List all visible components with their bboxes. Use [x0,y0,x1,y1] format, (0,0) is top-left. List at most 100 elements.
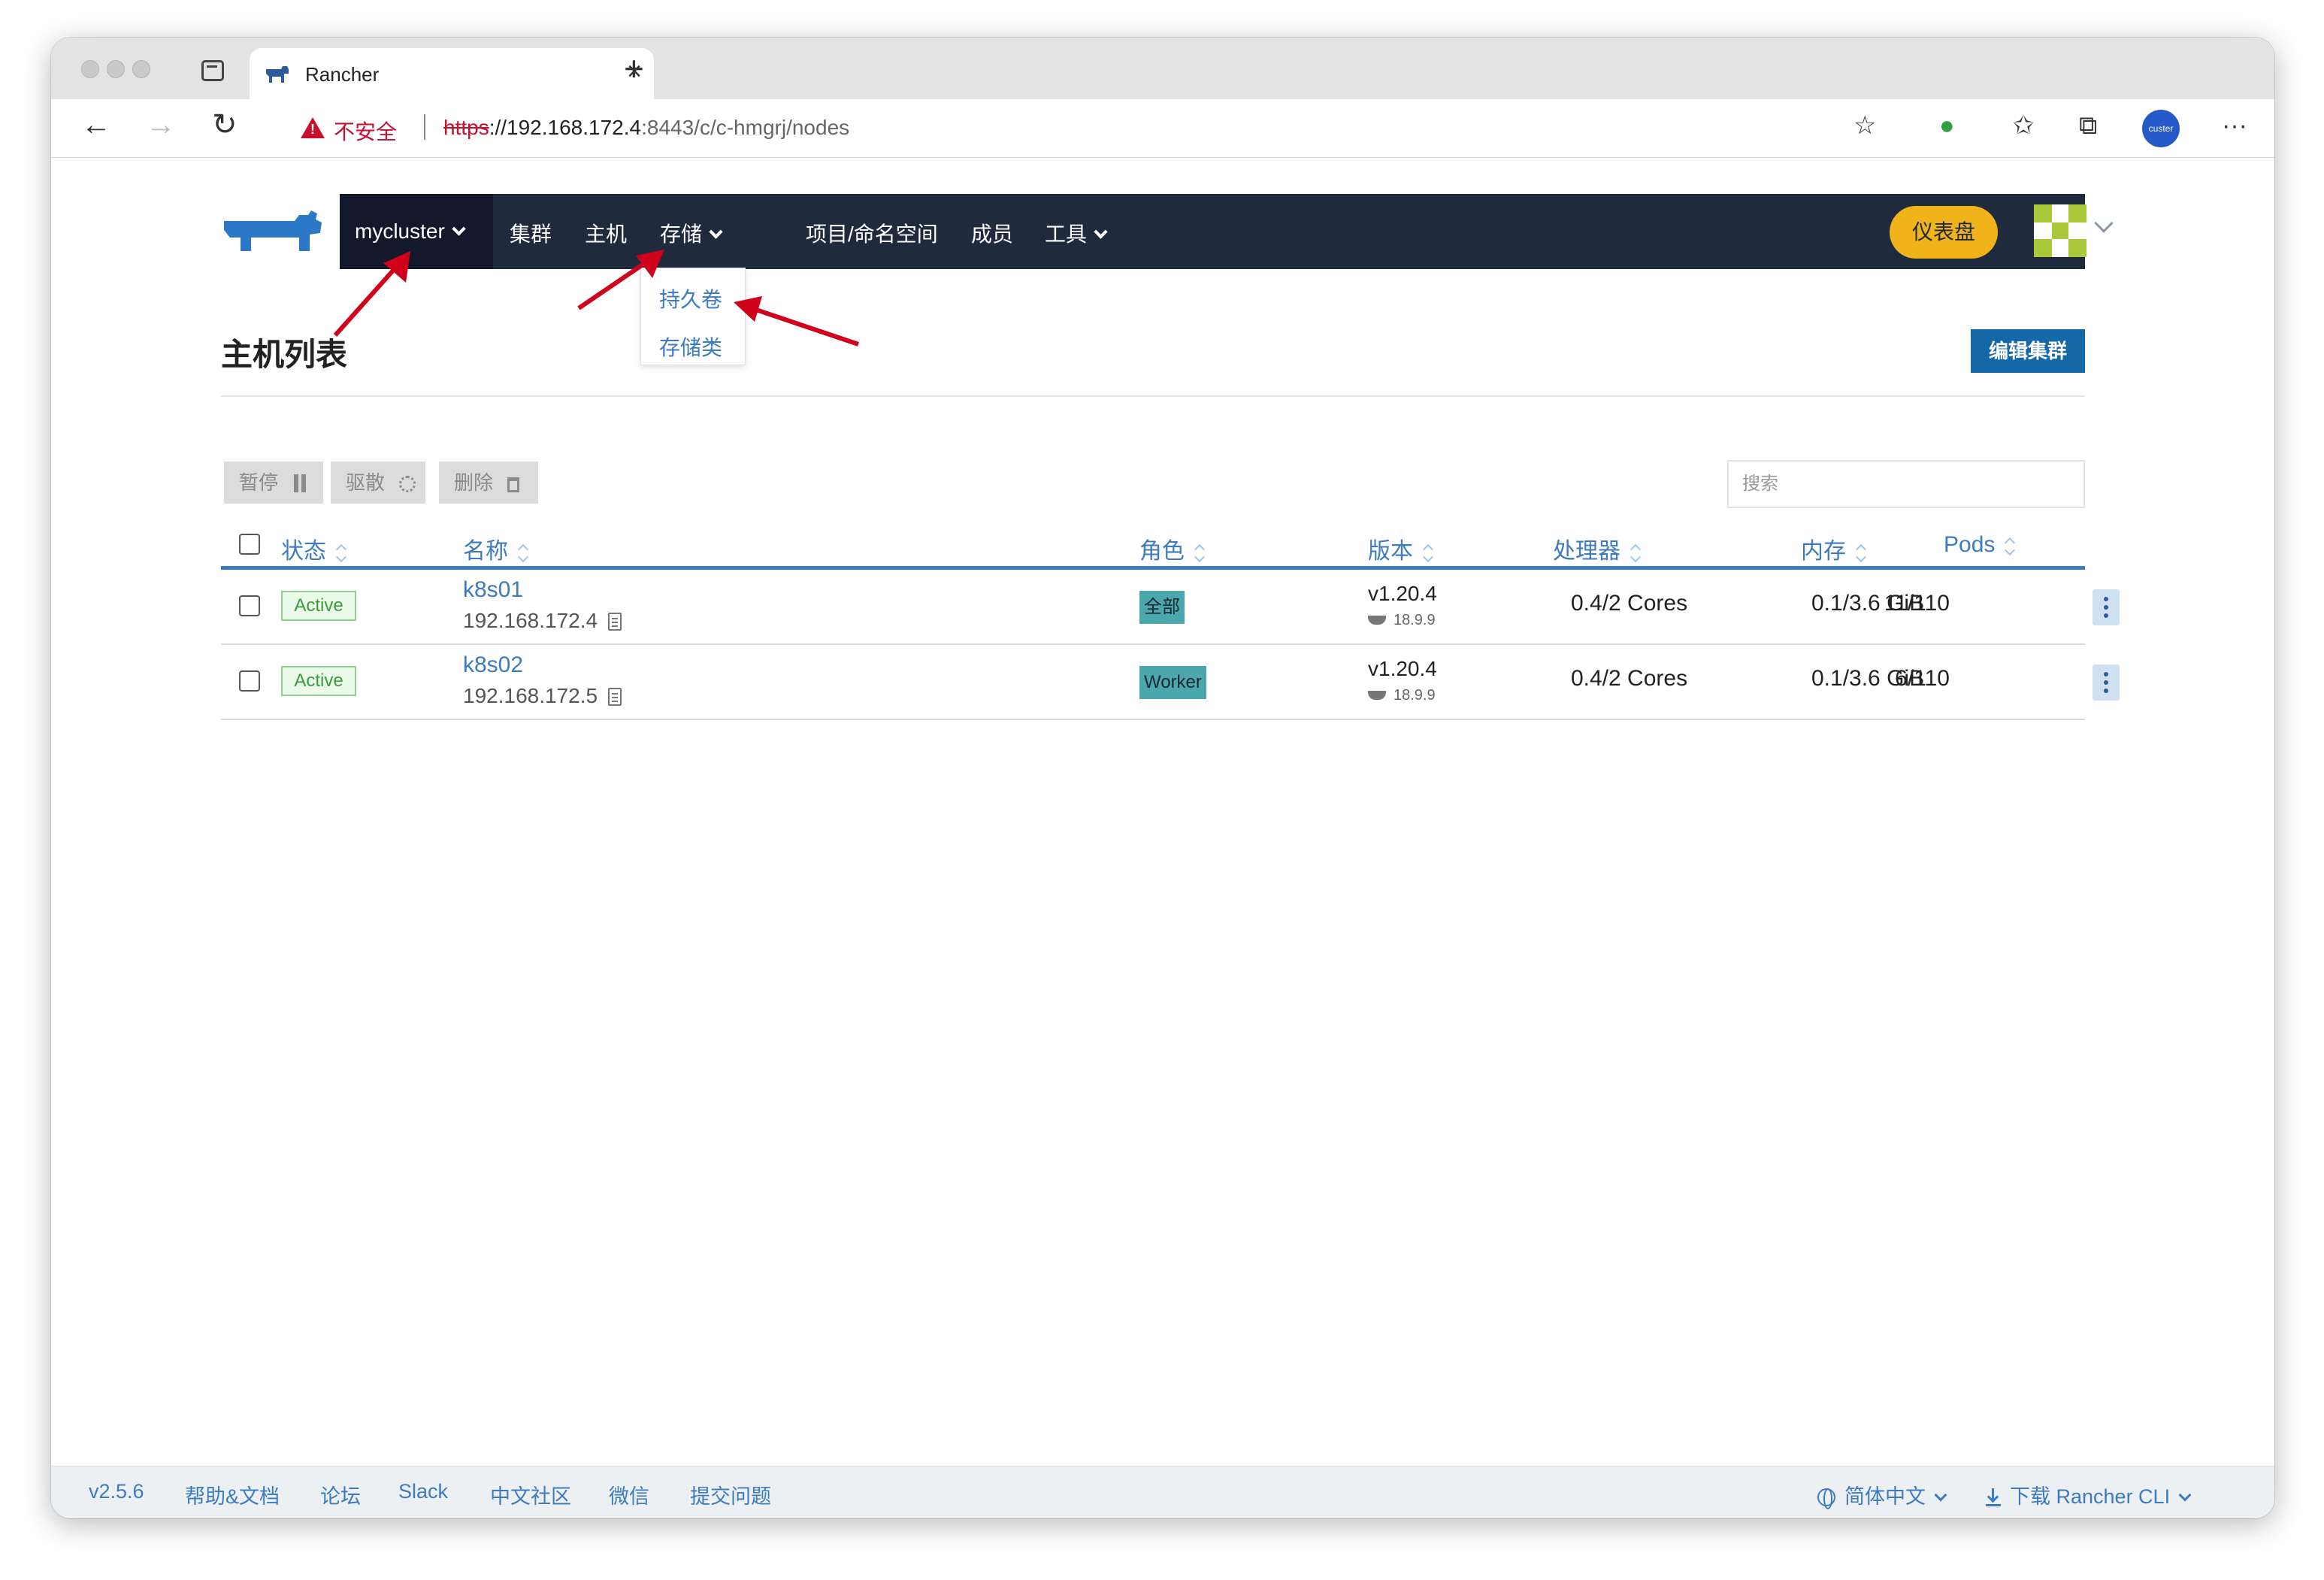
column-header-label: 版本 [1368,539,1413,564]
footer-link-wechat[interactable]: 微信 [609,1480,649,1509]
menu-item-storage-classes[interactable]: 存储类 [659,331,722,362]
column-header-label: 状态 [281,539,326,564]
cluster-selector[interactable]: mycluster [340,194,493,269]
sort-icon [519,543,528,561]
nav-projects[interactable]: 项目/命名空间 [806,218,938,248]
url-text: https://192.168.172.4:8443/c/c-hmgrj/nod… [443,116,849,140]
download-label: 下载 Rancher CLI [2010,1485,2171,1508]
url-scheme: https [443,116,489,139]
language-selector[interactable]: 简体中文 [1817,1480,1947,1509]
row-actions-button[interactable] [2093,664,2120,701]
column-header-state[interactable]: 状态 [281,532,346,565]
reload-icon[interactable]: ↻ [212,110,238,140]
pause-icon [294,474,299,492]
role-badge: Worker [1139,666,1206,699]
maximize-window-button[interactable] [132,60,150,78]
footer-link-community[interactable]: 中文社区 [490,1480,571,1509]
table-header: 状态 名称 角色 版本 处理器 内存 Pods [221,519,2085,570]
node-ip-text: 192.168.172.4 [463,609,598,632]
pause-button[interactable]: 暂停 [224,462,323,504]
new-tab-button[interactable]: + [624,51,644,86]
cpu-usage: 0.4/2 Cores [1571,591,1688,616]
nav-storage[interactable]: 存储 [660,218,723,248]
collections-icon[interactable]: ⧉ [2079,113,2097,138]
column-header-label: 角色 [1139,539,1185,564]
browser-tab[interactable]: Rancher × [250,48,654,99]
table-row: Active k8s01 192.168.172.4 全部 v1.20.4 18… [221,570,2120,645]
drain-button[interactable]: 驱散 [331,462,425,504]
column-header-name[interactable]: 名称 [463,532,528,565]
row-checkbox[interactable] [239,670,260,692]
minimize-window-button[interactable] [107,60,125,78]
table-row: Active k8s02 192.168.172.5 Worker v1.20.… [221,645,2120,720]
chevron-down-icon[interactable] [2094,213,2114,233]
docker-version: 18.9.9 [1368,612,1436,629]
select-all-checkbox[interactable] [239,534,260,555]
delete-button[interactable]: 删除 [439,462,538,504]
footer-version[interactable]: v2.5.6 [89,1480,144,1503]
warning-icon [301,117,325,138]
tab-actions-icon[interactable] [201,60,224,81]
menu-item-persistent-volumes[interactable]: 持久卷 [659,283,722,313]
forward-arrow-icon[interactable]: → [146,110,176,140]
node-ip-text: 192.168.172.5 [463,684,598,707]
nav-members[interactable]: 成员 [971,218,1013,248]
chevron-down-icon [452,222,466,236]
footer-link-issues[interactable]: 提交问题 [690,1480,771,1509]
footer-link-forum[interactable]: 论坛 [320,1480,361,1509]
sort-icon [1195,543,1204,561]
docker-version-text: 18.9.9 [1393,687,1436,704]
nav-storage-label: 存储 [660,222,703,246]
status-badge: Active [281,591,356,621]
delete-label: 删除 [454,471,494,494]
download-icon [1986,1488,2001,1506]
rancher-logo-icon[interactable] [221,207,323,256]
rancher-page: mycluster 集群 主机 存储 项目/命名空间 成员 工具 仪表盘 持久卷… [51,158,2274,1466]
refresh-icon [399,476,416,492]
address-bar[interactable]: 不安全 https://192.168.172.4:8443/c/c-hmgrj… [283,107,2011,150]
sort-icon [2005,537,2014,555]
pause-label: 暂停 [239,471,279,494]
nav-cluster[interactable]: 集群 [510,218,552,248]
column-header-version[interactable]: 版本 [1368,532,1433,565]
node-name-link[interactable]: k8s02 [463,652,523,678]
drain-label: 驱散 [346,471,386,494]
favorites-icon[interactable]: ✩ [2013,113,2035,138]
language-label: 简体中文 [1844,1485,1926,1508]
address-divider [424,114,425,140]
evernote-extension-icon[interactable]: ● [1939,113,1955,138]
edit-cluster-button[interactable]: 编辑集群 [1971,329,2085,373]
add-favorite-icon[interactable]: ☆ [1853,113,1876,138]
node-name-link[interactable]: k8s01 [463,577,523,603]
column-header-role[interactable]: 角色 [1139,532,1204,565]
column-header-pods[interactable]: Pods [1944,532,2014,558]
nav-nodes[interactable]: 主机 [585,218,627,248]
nav-tools[interactable]: 工具 [1045,218,1108,248]
globe-icon [1817,1488,1835,1509]
url-host: ://192.168.172.4 [489,116,642,139]
column-header-label: 名称 [463,539,508,564]
dashboard-button[interactable]: 仪表盘 [1890,206,1998,259]
copy-icon[interactable] [608,613,622,631]
chevron-down-icon [1934,1488,1947,1502]
download-cli-selector[interactable]: 下载 Rancher CLI [1986,1480,2192,1509]
column-header-cpu[interactable]: 处理器 [1553,532,1640,565]
footer-link-help[interactable]: 帮助&文档 [185,1480,280,1509]
more-menu-icon[interactable]: ··· [2222,113,2247,138]
close-window-button[interactable] [81,60,99,78]
storage-dropdown: 持久卷 存储类 [640,268,746,365]
search-input[interactable] [1727,460,2085,508]
user-avatar[interactable] [2034,204,2086,257]
tab-title: Rancher [305,63,380,86]
column-header-label: 处理器 [1553,539,1620,564]
chevron-down-icon [709,225,723,239]
profile-avatar[interactable]: custer [2142,110,2180,147]
node-ip: 192.168.172.5 [463,684,622,708]
column-header-label: 内存 [1801,539,1846,564]
back-arrow-icon[interactable]: ← [81,110,111,140]
column-header-memory[interactable]: 内存 [1801,532,1866,565]
row-actions-button[interactable] [2093,589,2120,625]
footer-link-slack[interactable]: Slack [398,1480,448,1503]
row-checkbox[interactable] [239,595,260,616]
copy-icon[interactable] [608,688,622,706]
